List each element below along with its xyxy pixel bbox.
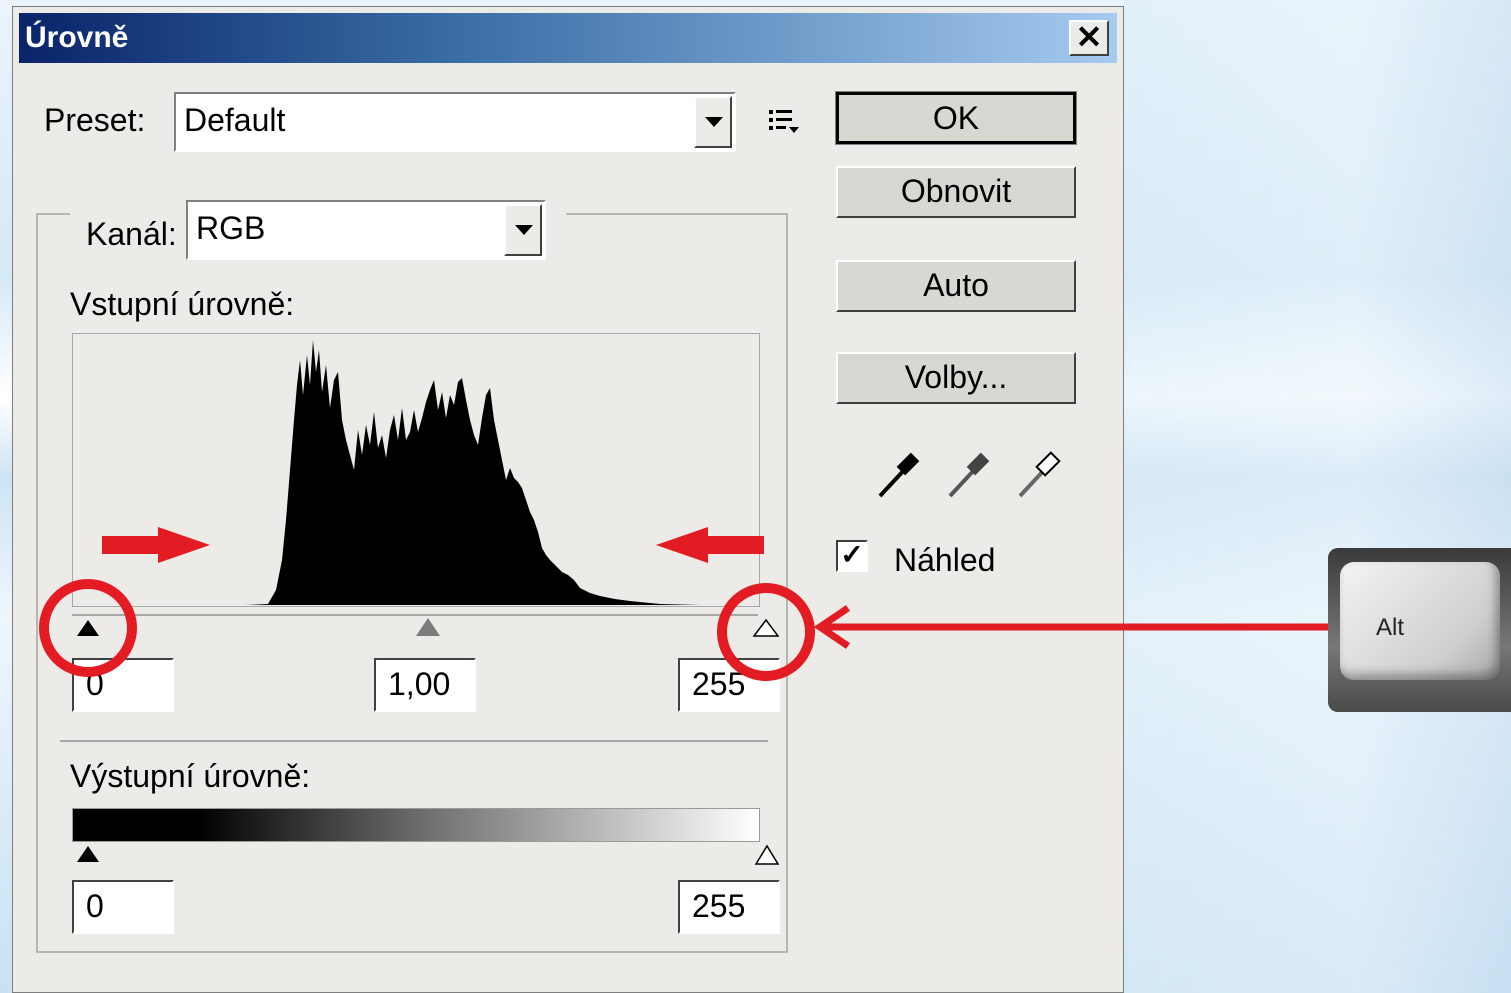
pointer-arrow — [813, 605, 1330, 649]
highlight-circle-white — [717, 583, 815, 681]
alt-key-cap: Alt — [1340, 562, 1500, 680]
alt-key-image: Alt — [1328, 548, 1511, 712]
alt-key-label: Alt — [1376, 614, 1405, 641]
highlight-circle-black — [39, 579, 137, 677]
